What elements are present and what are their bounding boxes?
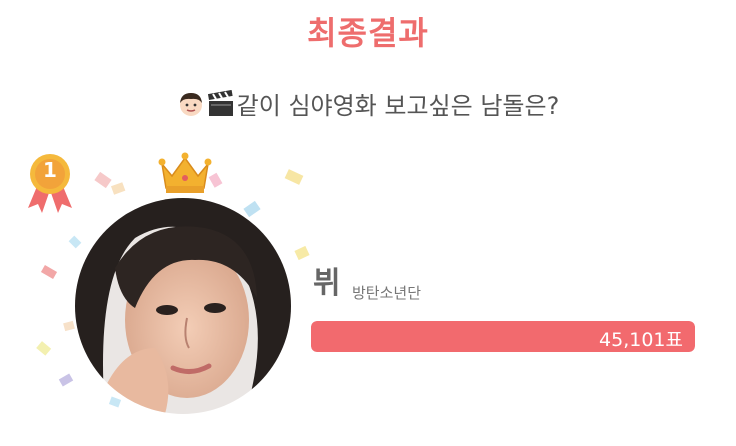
winner-name: 뷔 <box>313 266 341 301</box>
page-title: 최종결과 <box>307 14 429 52</box>
vote-bar: 45,101표 <box>311 321 695 352</box>
rank-number: 1 <box>43 158 57 182</box>
gold-medal-icon: 1 <box>22 150 78 214</box>
winner-avatar <box>75 198 291 414</box>
winner-group: 방탄소년단 <box>352 284 422 302</box>
clapper-board-icon <box>207 89 235 118</box>
crown-icon <box>158 148 212 196</box>
question-line: 같이 심야영화 보고싶은 남돌은? <box>0 86 736 121</box>
man-face-icon <box>177 90 205 118</box>
vote-count: 45,101표 <box>599 329 683 351</box>
question-text: 같이 심야영화 보고싶은 남돌은? <box>236 92 560 120</box>
